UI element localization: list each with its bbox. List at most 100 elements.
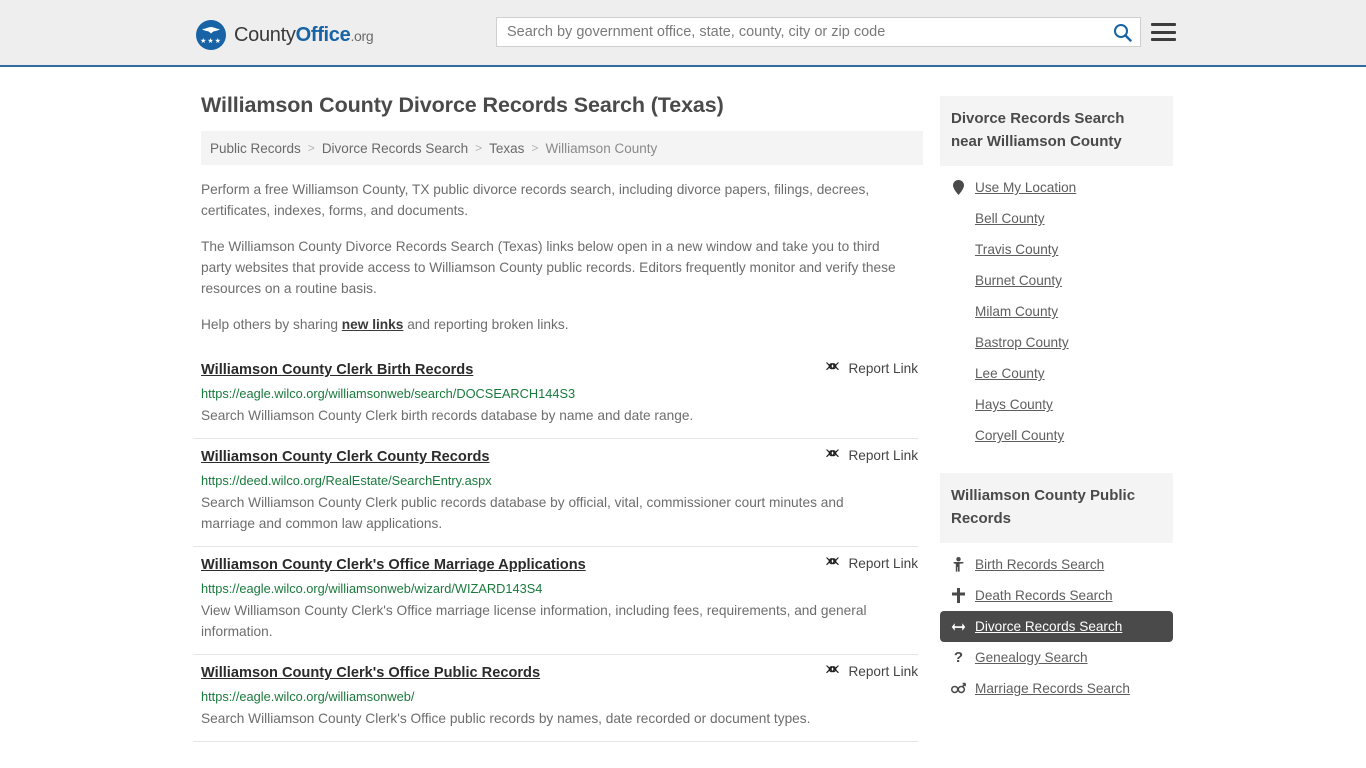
broken-link-icon <box>826 449 840 458</box>
result-item: Williamson County Clerk's Office Marriag… <box>193 547 918 655</box>
eagle-icon <box>202 27 220 34</box>
share-text-before: Help others by sharing <box>201 317 342 332</box>
sidebar-item-use-my-location[interactable]: Use My Location <box>940 172 1173 203</box>
sidebar-item-label: Bastrop County <box>975 335 1069 350</box>
result-url: https://eagle.wilco.org/williamsonweb/ <box>201 689 415 704</box>
result-description: Search Williamson County Clerk public re… <box>201 495 844 531</box>
sidebar-item-divorce-records-search[interactable]: Divorce Records Search <box>940 611 1173 642</box>
panel-heading: Divorce Records Search near Williamson C… <box>940 96 1173 166</box>
broken-link-icon <box>826 362 840 371</box>
broken-link-icon <box>826 665 840 674</box>
result-url: https://eagle.wilco.org/williamsonweb/se… <box>201 386 576 401</box>
report-link-button[interactable]: Report Link <box>825 361 918 376</box>
intro-text: Perform a free Williamson County, TX pub… <box>201 179 923 335</box>
share-text-after: and reporting broken links. <box>403 317 569 332</box>
sidebar-item-birth-records-search[interactable]: Birth Records Search <box>940 549 1173 580</box>
sidebar-item-lee-county[interactable]: Lee County <box>940 358 1173 389</box>
result-title-link[interactable]: Williamson County Clerk's Office Marriag… <box>201 555 586 575</box>
breadcrumb: Public Records > Divorce Records Search … <box>201 131 923 165</box>
sidebar-item-burnet-county[interactable]: Burnet County <box>940 265 1173 296</box>
logo-text-county: County <box>234 23 296 46</box>
panel-list: Birth Records Search Death Records Searc… <box>940 543 1173 704</box>
result-description: View Williamson County Clerk's Office ma… <box>201 603 867 639</box>
sidebar-item-label: Lee County <box>975 366 1045 381</box>
logo-wordmark: CountyOffice.org <box>234 23 374 47</box>
report-link-label: Report Link <box>848 556 918 571</box>
hamburger-bar <box>1151 38 1176 41</box>
sidebar-item-label: Bell County <box>975 211 1045 226</box>
sidebar-item-label: Divorce Records Search <box>975 619 1123 634</box>
page-title: Williamson County Divorce Records Search… <box>201 93 724 117</box>
sidebar-item-death-records-search[interactable]: Death Records Search <box>940 580 1173 611</box>
sidebar-item-hays-county[interactable]: Hays County <box>940 389 1173 420</box>
breadcrumb-item-public-records[interactable]: Public Records <box>210 141 301 156</box>
main-content: Williamson County Divorce Records Search… <box>193 67 923 742</box>
result-description: Search Williamson County Clerk's Office … <box>201 711 811 726</box>
sidebar-item-bastrop-county[interactable]: Bastrop County <box>940 327 1173 358</box>
result-item: Williamson County Clerk County Records R… <box>193 439 918 547</box>
search-bar[interactable] <box>496 17 1141 47</box>
baby-icon <box>951 557 966 572</box>
sidebar-item-milam-county[interactable]: Milam County <box>940 296 1173 327</box>
sidebar-item-label: Coryell County <box>975 428 1065 443</box>
male-female-icon <box>951 682 966 695</box>
logo-text-office: Office <box>295 23 351 46</box>
breadcrumb-separator: > <box>475 141 483 155</box>
logo-text-org: .org <box>350 27 374 44</box>
breadcrumb-item-divorce-records-search[interactable]: Divorce Records Search <box>322 141 468 156</box>
report-link-button[interactable]: Report Link <box>825 664 918 679</box>
sidebar-item-coryell-county[interactable]: Coryell County <box>940 420 1173 451</box>
map-pin-icon <box>951 180 966 195</box>
hamburger-bar <box>1151 30 1176 34</box>
split-arrows-icon <box>951 622 966 632</box>
new-links-link[interactable]: new links <box>342 317 404 332</box>
report-link-label: Report Link <box>848 448 918 463</box>
result-title-link[interactable]: Williamson County Clerk County Records <box>201 447 490 467</box>
countyoffice-logo-icon: ★★★ <box>196 20 226 50</box>
result-title-link[interactable]: Williamson County Clerk Birth Records <box>201 360 473 380</box>
sidebar-item-label: Genealogy Search <box>975 650 1088 665</box>
sidebar-item-label: Death Records Search <box>975 588 1113 603</box>
sidebar-item-label: Milam County <box>975 304 1059 319</box>
panel-nearby-counties: Divorce Records Search near Williamson C… <box>940 96 1173 451</box>
breadcrumb-separator: > <box>531 141 539 155</box>
sidebar-item-label: Travis County <box>975 242 1059 257</box>
page-body: Williamson County Divorce Records Search… <box>0 67 1366 742</box>
sidebar: Divorce Records Search near Williamson C… <box>940 67 1173 742</box>
breadcrumb-item-williamson-county: Williamson County <box>545 140 658 156</box>
panel-list: Use My Location Bell County Travis Count… <box>940 166 1173 451</box>
result-item: Williamson County Clerk's Office Public … <box>193 655 918 742</box>
search-input[interactable] <box>497 18 1104 46</box>
sidebar-item-label: Use My Location <box>975 180 1077 195</box>
sidebar-item-label: Marriage Records Search <box>975 681 1130 696</box>
sidebar-item-label: Birth Records Search <box>975 557 1105 572</box>
search-icon <box>1113 23 1132 42</box>
report-link-label: Report Link <box>848 664 918 679</box>
search-button[interactable] <box>1104 18 1140 46</box>
hamburger-bar <box>1151 23 1176 26</box>
report-link-label: Report Link <box>848 361 918 376</box>
intro-paragraph-1: Perform a free Williamson County, TX pub… <box>201 182 870 218</box>
sidebar-item-bell-county[interactable]: Bell County <box>940 203 1173 234</box>
question-mark-icon: ? <box>953 649 964 666</box>
site-logo[interactable]: ★★★ CountyOffice.org <box>196 20 374 50</box>
hamburger-menu-icon[interactable] <box>1151 20 1176 44</box>
sidebar-item-label: Hays County <box>975 397 1053 412</box>
result-title-link[interactable]: Williamson County Clerk's Office Public … <box>201 663 540 683</box>
result-item: Williamson County Clerk Birth Records Re… <box>193 352 918 439</box>
intro-paragraph-3: Help others by sharing new links and rep… <box>201 314 913 335</box>
sidebar-item-genealogy-search[interactable]: ? Genealogy Search <box>940 642 1173 673</box>
sidebar-item-travis-county[interactable]: Travis County <box>940 234 1173 265</box>
result-description: Search Williamson County Clerk birth rec… <box>201 408 694 423</box>
report-link-button[interactable]: Report Link <box>825 556 918 571</box>
breadcrumb-item-texas[interactable]: Texas <box>489 141 524 156</box>
broken-link-icon <box>826 557 840 566</box>
report-link-button[interactable]: Report Link <box>825 448 918 463</box>
intro-paragraph-2: The Williamson County Divorce Records Se… <box>201 239 896 296</box>
logo-stars: ★★★ <box>200 38 222 45</box>
site-header: ★★★ CountyOffice.org <box>0 0 1366 67</box>
sidebar-item-label: Burnet County <box>975 273 1062 288</box>
sidebar-item-marriage-records-search[interactable]: Marriage Records Search <box>940 673 1173 704</box>
panel-heading: Williamson County Public Records <box>940 473 1173 543</box>
breadcrumb-separator: > <box>307 141 315 155</box>
